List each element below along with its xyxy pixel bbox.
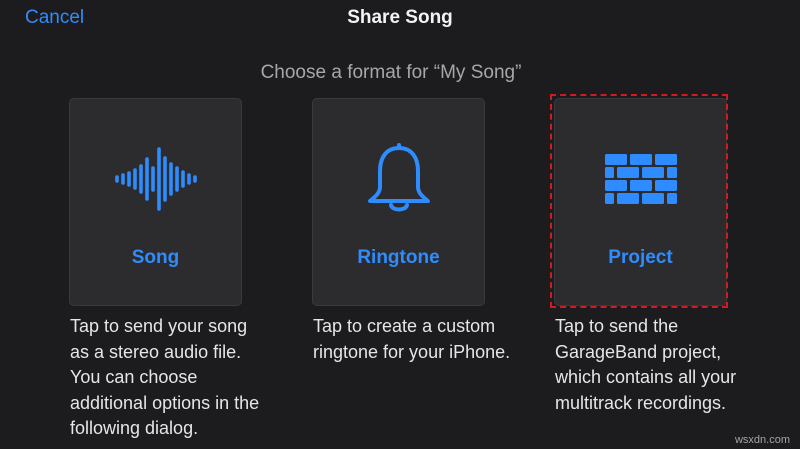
bell-icon — [313, 139, 484, 219]
watermark: wsxdn.com — [734, 434, 790, 446]
navigation-bar: Cancel Share Song — [0, 0, 800, 40]
project-option-label: Project — [608, 247, 673, 268]
project-option-description: Tap to send the GarageBand project, whic… — [555, 316, 737, 413]
format-prompt: Choose a format for “My Song” — [260, 62, 522, 83]
song-option-label: Song — [131, 247, 180, 268]
project-option-button[interactable]: Project — [554, 98, 727, 306]
ringtone-option-label: Ringtone — [357, 247, 440, 268]
waveform-icon — [70, 139, 241, 219]
dialog-title: Share Song — [347, 7, 453, 28]
ringtone-option-description: Tap to create a custom ringtone for your… — [313, 316, 511, 362]
song-option-description: Tap to send your song as a stereo audio … — [70, 316, 260, 438]
ringtone-option-button[interactable]: Ringtone — [312, 98, 485, 306]
brick-wall-icon — [555, 139, 726, 219]
song-option-button[interactable]: Song — [69, 98, 242, 306]
